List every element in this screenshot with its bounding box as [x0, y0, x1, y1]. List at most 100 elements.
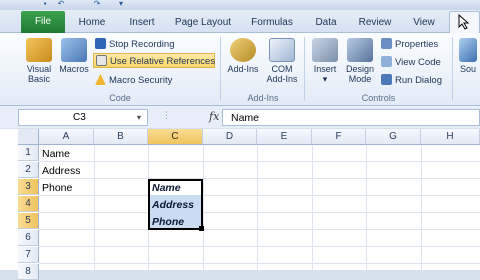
com-label-2: Add-Ins: [266, 74, 298, 84]
gridline: [203, 145, 204, 270]
tab-review[interactable]: Review: [352, 14, 398, 31]
cell-c5[interactable]: Phone: [149, 214, 184, 230]
tab-page-layout[interactable]: Page Layout: [172, 14, 234, 31]
fx-icon[interactable]: fx: [209, 110, 219, 123]
redo-icon[interactable]: ↷: [92, 0, 102, 8]
gridline: [39, 195, 480, 196]
run-dialog-icon: [381, 74, 392, 85]
column-header-c[interactable]: C: [148, 129, 203, 145]
code-group-label: Code: [109, 93, 131, 103]
source-icon: [459, 38, 477, 62]
group-separator: [304, 37, 305, 101]
macros-button[interactable]: Macros: [58, 35, 90, 93]
group-separator: [452, 37, 453, 101]
column-header-d[interactable]: D: [203, 129, 257, 145]
row-header-2[interactable]: 2: [18, 162, 39, 178]
column-header-g[interactable]: G: [366, 129, 421, 145]
chevron-down-icon: ▾: [322, 74, 328, 84]
save-icon[interactable]: ▪: [40, 0, 50, 8]
chevron-down-icon[interactable]: ▾: [137, 110, 141, 125]
run-dialog-button[interactable]: Run Dialog: [381, 73, 442, 88]
gridline: [39, 178, 480, 179]
stop-recording-label: Stop Recording: [109, 39, 175, 50]
gridline: [39, 212, 480, 213]
macros-icon: [61, 38, 87, 62]
macro-security-button[interactable]: Macro Security: [95, 73, 172, 88]
gridline: [421, 145, 422, 270]
source-label: Sou: [459, 64, 476, 74]
com-add-ins-button[interactable]: COM Add-Ins: [264, 35, 300, 93]
visual-basic-icon: [26, 38, 52, 62]
visual-basic-label-2: Basic: [27, 74, 50, 84]
select-all-corner[interactable]: [18, 129, 39, 145]
row-header-1[interactable]: 1: [18, 145, 39, 161]
row-header-7[interactable]: 7: [18, 247, 39, 263]
visual-basic-button[interactable]: Visual Basic: [22, 35, 56, 93]
name-box-value: C3: [73, 112, 86, 123]
add-ins-label: Add-Ins: [227, 64, 259, 74]
formula-input[interactable]: Name: [222, 109, 480, 126]
design-mode-label-2: Mode: [348, 74, 372, 84]
name-box[interactable]: C3 ▾: [18, 109, 148, 126]
visual-basic-label-1: Visual: [26, 64, 52, 74]
gridline: [39, 161, 480, 162]
mouse-cursor-icon: [458, 14, 470, 30]
column-header-f[interactable]: F: [312, 129, 366, 145]
title-bar: ▪ ↶ ↷ ▾: [0, 0, 480, 10]
insert-control-label: Insert: [313, 64, 337, 74]
toolbox-icon: [312, 38, 338, 62]
properties-label: Properties: [395, 39, 439, 50]
tab-formulas[interactable]: Formulas: [246, 14, 298, 31]
tab-home[interactable]: Home: [73, 14, 111, 31]
view-code-icon: [381, 56, 392, 67]
tab-insert[interactable]: Insert: [122, 14, 162, 31]
design-mode-icon: [347, 38, 373, 62]
properties-button[interactable]: Properties: [381, 37, 438, 52]
row-header-4[interactable]: 4: [18, 196, 39, 212]
row-header-3[interactable]: 3: [18, 179, 39, 195]
use-relative-references-button[interactable]: Use Relative References: [93, 53, 215, 68]
warning-icon: [95, 74, 106, 85]
view-code-button[interactable]: View Code: [381, 55, 441, 70]
relative-references-icon: [96, 55, 107, 66]
undo-icon[interactable]: ↶: [56, 0, 66, 8]
tab-file[interactable]: File: [21, 11, 65, 33]
cell-a3[interactable]: Phone: [39, 180, 94, 196]
row-header-6[interactable]: 6: [18, 230, 39, 246]
use-relative-references-label: Use Relative References: [110, 56, 216, 67]
cell-a2[interactable]: Address: [39, 163, 94, 179]
add-ins-button[interactable]: Add-Ins: [224, 35, 262, 93]
insert-control-button[interactable]: Insert ▾: [308, 35, 342, 93]
stop-recording-icon: [95, 38, 106, 49]
gridline: [257, 145, 258, 270]
row-header-5[interactable]: 5: [18, 213, 39, 229]
gridline: [39, 246, 480, 247]
customize-qat-icon[interactable]: ▾: [116, 0, 126, 8]
run-dialog-label: Run Dialog: [395, 75, 442, 86]
group-separator: [220, 37, 221, 101]
macros-label: Macros: [59, 64, 89, 74]
cell-c4[interactable]: Address: [149, 197, 194, 213]
fill-handle[interactable]: [199, 226, 204, 231]
source-button[interactable]: Sou: [456, 35, 480, 93]
gridline: [94, 145, 95, 270]
column-header-e[interactable]: E: [257, 129, 312, 145]
com-label-1: COM: [271, 64, 293, 74]
cell-c3[interactable]: Name: [149, 180, 181, 196]
design-mode-button[interactable]: Design Mode: [343, 35, 377, 93]
gridline: [39, 263, 480, 264]
cell-a1[interactable]: Name: [39, 146, 94, 162]
properties-icon: [381, 38, 392, 49]
column-header-a[interactable]: A: [39, 129, 94, 145]
ribbon: Visual Basic Macros Stop Recording Use R…: [0, 33, 480, 106]
stop-recording-button[interactable]: Stop Recording: [95, 37, 174, 52]
tab-data[interactable]: Data: [308, 14, 344, 31]
column-header-b[interactable]: B: [94, 129, 148, 145]
com-add-ins-icon: [269, 38, 295, 62]
formula-bar-dots: ⋮: [162, 110, 171, 120]
column-header-h[interactable]: H: [421, 129, 480, 145]
tab-view[interactable]: View: [406, 14, 442, 31]
gridline: [39, 229, 480, 230]
formula-content: Name: [231, 112, 260, 124]
row-header-8[interactable]: 8: [18, 264, 39, 280]
